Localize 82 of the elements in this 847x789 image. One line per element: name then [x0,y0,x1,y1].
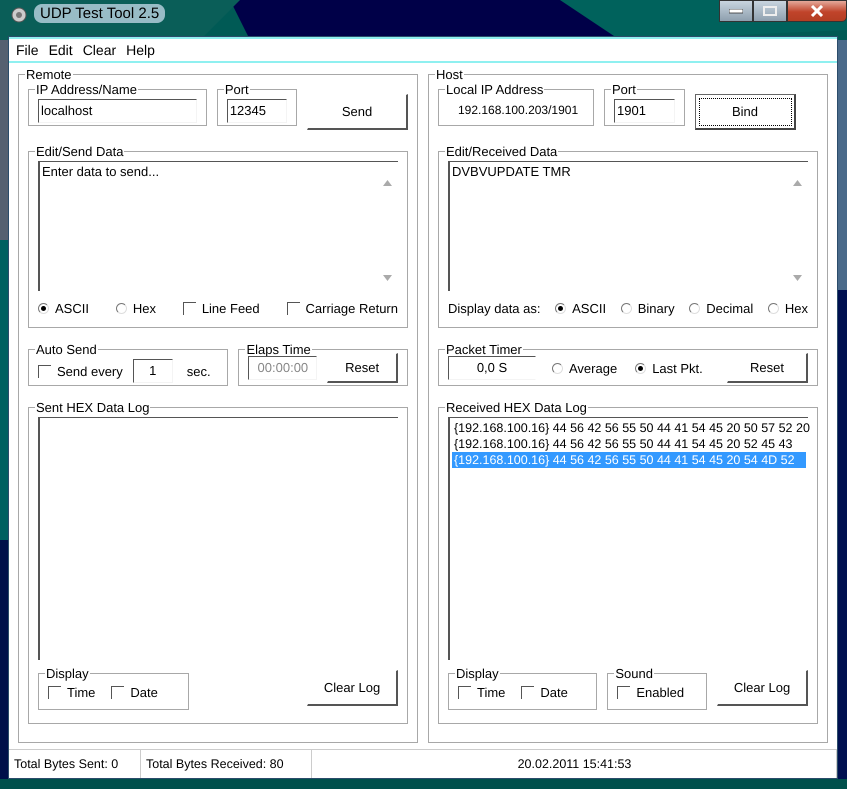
port-field[interactable]: 1901 [614,99,675,123]
checkbox[interactable] [286,302,300,315]
checkbox[interactable] [458,686,471,699]
close-icon [810,5,824,17]
checkbox[interactable] [617,686,630,699]
option-label: Binary [638,301,675,316]
menu-item[interactable]: Edit [44,41,78,59]
group-label: Elaps Time [245,342,312,357]
elapsed-field: 00:00:00 [248,356,318,380]
maximize-button[interactable] [753,0,787,22]
app-icon [10,6,28,24]
send-button[interactable]: Send [307,94,408,130]
group-label: Edit/Send Data [35,144,124,159]
option-label: Line Feed [202,301,260,316]
option-label: Last Pkt. [652,360,703,376]
unit-label: sec. [186,364,211,378]
radio-button[interactable] [635,362,646,374]
window-title: UDP Test Tool 2.5 [34,4,166,23]
group-label: IP Address/Name [35,82,138,97]
group-label: Auto Send [35,342,98,357]
group-label: Port [611,82,637,97]
checkbox[interactable] [48,686,61,699]
checkbox-label: Enabled [636,685,684,700]
group-label: Host [435,67,464,82]
checkbox[interactable] [111,686,124,699]
checkbox-label: Date [130,685,158,700]
checkbox[interactable] [182,302,196,315]
radio-button[interactable] [552,362,563,374]
option-label: Average [569,360,618,376]
log-row[interactable]: {192.168.100.16} 44 56 42 56 55 50 44 41 54 45 20 52 45 43 [452,436,806,452]
clear-log-button[interactable]: Clear Log [717,670,808,706]
port-field[interactable]: 12345 [226,99,287,123]
status-text: 20.02.2011 15:41:53 [312,750,837,778]
close-button[interactable] [787,0,847,22]
clear-log-button[interactable]: Clear Log [307,670,398,706]
menu-item[interactable]: Help [121,41,160,59]
checkbox-label: Send every [57,364,123,378]
status-text: Total Bytes Sent: 0 [9,750,141,778]
reset-button[interactable]: Reset [727,353,808,383]
minimize-button[interactable] [719,0,753,22]
option-label: Hex [784,301,808,316]
status-text: Total Bytes Received: 80 [141,750,312,778]
group-label: Local IP Address [445,82,544,97]
checkbox-label: Time [67,685,96,700]
bind-button[interactable]: Bind [695,94,796,130]
checkbox[interactable] [521,686,534,699]
group-label: Sent HEX Data Log [35,400,150,415]
group-label: Display [45,666,90,681]
option-label: Decimal [706,301,754,316]
checkbox[interactable] [38,364,51,378]
interval-field[interactable]: 1 [132,359,173,383]
maximize-icon [763,6,777,16]
radio-button[interactable] [620,303,632,314]
group-label: Packet Timer [445,342,523,357]
radio-button[interactable] [116,303,127,314]
group-label: Received HEX Data Log [445,400,588,415]
checkbox-label: Date [540,685,568,700]
radio-button[interactable] [555,303,566,314]
option-label: ASCII [572,301,606,316]
menu-item[interactable]: File [11,41,44,59]
sent-log-field[interactable] [38,417,398,660]
radio-button[interactable] [38,303,49,314]
group-label: Edit/Received Data [445,144,558,159]
group-label: Remote [25,67,73,82]
radio-button[interactable] [689,303,700,314]
option-label: Carriage Return [306,301,398,316]
received-log-list[interactable]: {192.168.100.16} 44 56 42 56 55 50 44 41 54 45 20 50 57 52 20 {192.168.100.16} 44 56 42 56 55 50 44 41 54 45 20 52 45 43 {192.168.100.16} 44 56 42 56 55 50 44 41 54 45 20 54 4D 52 [448,417,808,660]
field-text: DVBVUPDATE TMR [452,164,571,179]
local-ip-text: 192.168.100.203/1901 [457,102,580,119]
group-label: Sound [614,666,654,681]
minimize-icon [729,8,743,14]
field-text: Enter data to send... [42,164,160,179]
address-field[interactable]: localhost [38,99,197,123]
checkbox-label: Time [477,685,506,700]
timer-field: 0,0 S [448,356,536,380]
menu-item[interactable]: Clear [78,41,122,59]
display-as-label: Display data as: [448,301,540,316]
option-label: ASCII [55,301,89,316]
group-label: Display [455,666,500,681]
group-label: Port [224,82,250,97]
option-label: Hex [132,301,156,316]
radio-button[interactable] [768,303,779,314]
